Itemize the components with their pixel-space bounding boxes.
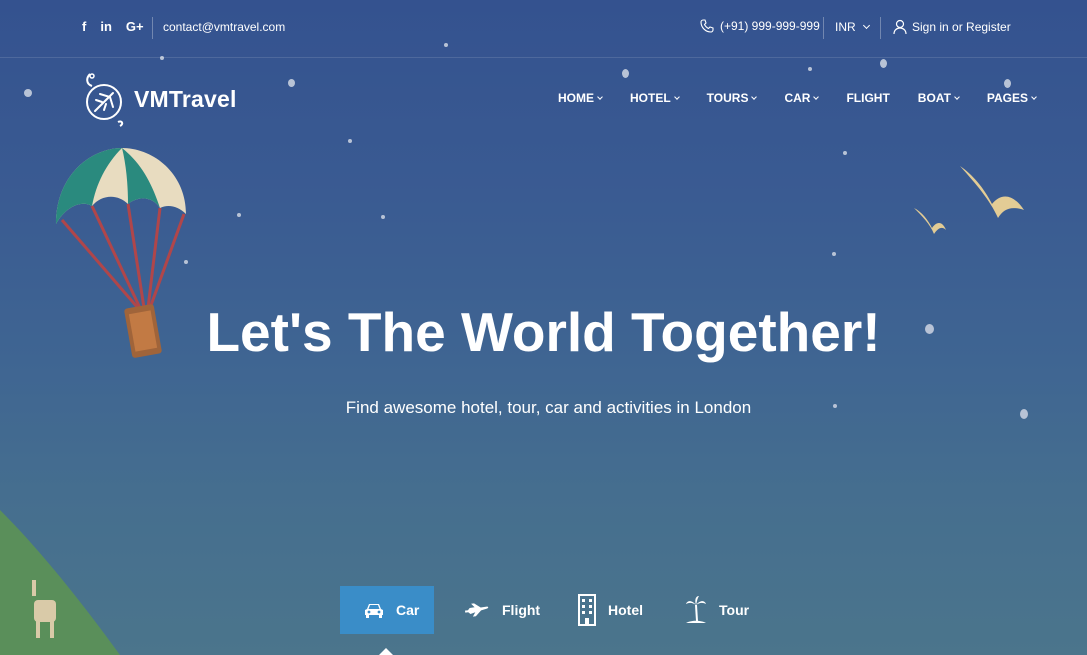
brand-logo[interactable]: VMTravel xyxy=(82,70,237,128)
hill-illustration xyxy=(0,510,120,655)
tab-car[interactable]: Car xyxy=(340,586,434,634)
user-icon xyxy=(893,19,907,35)
star-dot xyxy=(1004,79,1011,88)
nav-item-boat[interactable]: BOAT xyxy=(917,91,960,105)
star-dot xyxy=(622,69,629,78)
chevron-down-icon xyxy=(1031,93,1037,100)
star-dot xyxy=(808,67,812,71)
top-bar: f in G+ contact@vmtravel.com (+91) 999-9… xyxy=(0,0,1087,58)
nav-label: BOAT xyxy=(917,91,951,105)
star-dot xyxy=(348,139,352,143)
nav-label: TOURS xyxy=(706,91,749,105)
nav-item-car[interactable]: CAR xyxy=(784,91,820,105)
hero-title: Let's The World Together! xyxy=(206,301,881,363)
star-dot xyxy=(288,79,295,87)
star-dot xyxy=(832,252,836,256)
active-tab-indicator xyxy=(379,648,393,655)
email-link[interactable]: contact@vmtravel.com xyxy=(163,20,285,34)
star-dot xyxy=(880,59,887,68)
facebook-icon[interactable]: f xyxy=(82,19,86,34)
nav-label: PAGES xyxy=(986,91,1029,105)
phone-contact[interactable]: (+91) 999-999-999 xyxy=(700,19,820,33)
tab-tour-label: Tour xyxy=(719,602,750,618)
hero-subtitle: Find awesome hotel, tour, car and activi… xyxy=(345,398,752,417)
nav-label: HOME xyxy=(558,91,594,105)
star-dot xyxy=(237,213,241,217)
tab-car-label: Car xyxy=(396,602,420,618)
linkedin-icon[interactable]: in xyxy=(100,19,112,34)
divider xyxy=(880,17,881,39)
main-nav: HOME HOTEL TOURS CAR FLIGHT BOAT PAGES xyxy=(558,91,1037,105)
building-icon xyxy=(578,594,596,626)
star-dot xyxy=(843,151,847,155)
nav-item-home[interactable]: HOME xyxy=(558,91,603,105)
divider xyxy=(823,17,824,39)
nav-label: HOTEL xyxy=(630,91,671,105)
nav-item-hotel[interactable]: HOTEL xyxy=(630,91,680,105)
chevron-down-icon xyxy=(751,93,758,100)
google-plus-icon[interactable]: G+ xyxy=(126,19,144,34)
chevron-down-icon xyxy=(673,93,680,100)
nav-item-flight[interactable]: FLIGHT xyxy=(846,91,889,105)
nav-label: FLIGHT xyxy=(846,91,890,105)
chevron-down-icon xyxy=(597,93,603,100)
currency-select[interactable]: INR xyxy=(835,20,870,34)
palm-tree-icon xyxy=(686,596,706,623)
tab-flight[interactable]: Flight xyxy=(434,586,544,634)
signin-link[interactable]: Sign in or Register xyxy=(893,19,1011,35)
chevron-down-icon xyxy=(813,93,820,100)
chevron-down-icon xyxy=(862,21,870,30)
plane-icon xyxy=(464,603,489,617)
phone-number: (+91) 999-999-999 xyxy=(720,19,820,33)
currency-value: INR xyxy=(835,20,856,34)
phone-icon xyxy=(700,19,714,33)
nav-item-pages[interactable]: PAGES xyxy=(986,91,1037,105)
divider xyxy=(152,17,153,39)
signin-label: Sign in or Register xyxy=(912,20,1011,34)
nav-label: CAR xyxy=(784,91,811,105)
tab-flight-label: Flight xyxy=(502,602,541,618)
star-dot xyxy=(24,89,32,97)
logo-icon xyxy=(86,73,124,127)
chevron-down-icon xyxy=(954,93,960,100)
tab-hotel[interactable]: Hotel xyxy=(544,586,651,634)
search-tabs: Car Flight Hotel Tour xyxy=(340,586,749,634)
car-icon xyxy=(365,604,383,618)
brand-name: VMTravel xyxy=(134,85,237,112)
birds-illustration xyxy=(914,166,1024,234)
tab-tour[interactable]: Tour xyxy=(651,586,749,634)
star-dot xyxy=(381,215,385,219)
nav-item-tours[interactable]: TOURS xyxy=(706,91,758,105)
social-links: f in G+ xyxy=(82,19,144,34)
tab-hotel-label: Hotel xyxy=(608,602,643,618)
